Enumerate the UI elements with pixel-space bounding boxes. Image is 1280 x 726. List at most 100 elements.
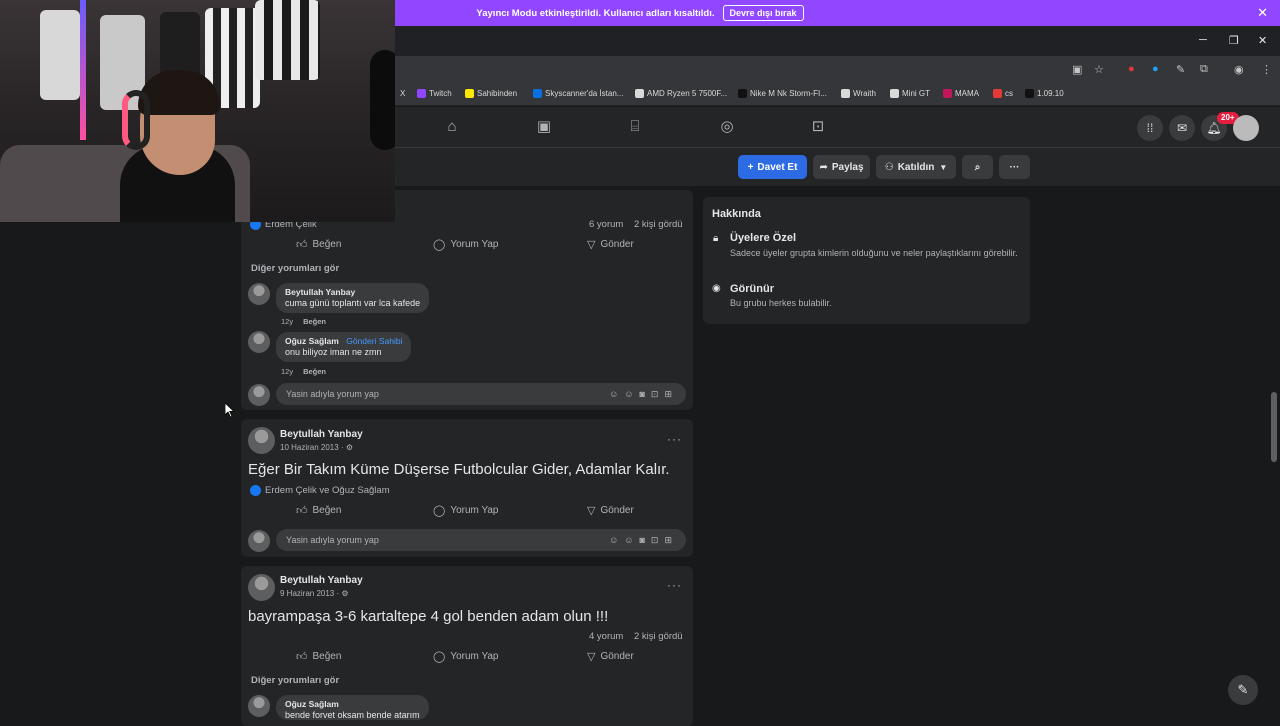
groups-icon[interactable]: ◎ [718,118,736,136]
bookmark-favicon-icon [841,89,850,98]
video-icon[interactable]: ▣ [535,118,553,136]
post2-send-button[interactable]: ▽ Gönder [587,504,634,517]
comment-tools-icons[interactable]: ☺☺◙⊡⊞ [609,529,678,551]
post1-seen-count[interactable]: 2 kişi gördü [634,219,683,230]
comment-tools-icons[interactable]: ☺☺◙⊡⊞ [609,383,678,405]
joined-label: Katıldın [897,161,935,173]
bookmark-item[interactable]: Skyscanner'da İstan... [533,89,623,98]
account-avatar[interactable] [1233,115,1259,141]
group-more-button[interactable]: ··· [999,155,1030,179]
bookmark-label: X [400,89,406,98]
post1-comments-count[interactable]: 6 yorum [589,219,623,230]
post1-comment-button[interactable]: ◯ Yorum Yap [433,238,499,251]
avatar[interactable] [248,331,270,353]
comment-author-row: Oğuz Sağlam Gönderi Sahibi [285,336,402,346]
post1-send-button[interactable]: ▽ Gönder [587,238,634,251]
bookmark-star-icon[interactable]: ☆ [1094,63,1104,76]
post3-more-comments-link[interactable]: Diğer yorumları gör [251,675,339,686]
compose-message-icon[interactable]: ✎ [1228,675,1258,705]
post2-like-button[interactable]: 👍︎ Beğen [296,504,341,517]
share-button[interactable]: ➦ Paylaş [813,155,870,179]
comment-text: onu biliyoz iman ne zmn [285,347,382,357]
invite-button[interactable]: + Davet Et [738,155,807,179]
bookmark-label: 1.09.10 [1037,89,1064,98]
send-icon: ▽ [587,505,596,517]
bookmark-item[interactable]: MAMA [943,89,979,98]
extension-pen-icon[interactable]: ✎ [1176,63,1185,76]
restore-icon[interactable]: ❐ [1229,34,1239,47]
comment-author[interactable]: Oğuz Sağlam [285,336,339,346]
share-arrow-icon: ➦ [819,161,828,173]
post3-author[interactable]: Beytullah Yanbay [280,575,363,586]
bookmark-item[interactable]: Nike M Nk Storm-FI... [738,89,827,98]
comment-meta: 12y Beğen [281,317,326,326]
post2-date[interactable]: 10 Haziran 2013 · ⚙ [280,443,353,452]
comment-like-link[interactable]: Beğen [303,317,326,326]
bookmark-item[interactable]: Sahibinden [465,89,517,98]
bookmark-label: Mini GT [902,89,930,98]
jersey-image [255,0,320,80]
post2-more-icon[interactable]: ··· [667,432,682,446]
minimize-icon[interactable]: ─ [1199,34,1207,46]
comment-meta: 12y Beğen [281,367,326,376]
post3-seen-count[interactable]: 2 kişi gördü [634,631,683,642]
extension-blue-icon[interactable]: ● [1152,63,1159,75]
joined-button[interactable]: ⚇ Katıldın ▼ [876,155,956,179]
comment-like-link[interactable]: Beğen [303,367,326,376]
close-icon[interactable]: ✕ [1257,5,1268,21]
window-close-icon[interactable]: ✕ [1258,34,1267,47]
disable-streamer-mode-button[interactable]: Devre dışı bırak [722,5,804,21]
gaming-icon[interactable]: ⊡ [809,118,827,136]
bookmark-label: Nike M Nk Storm-FI... [750,89,827,98]
browser-menu-icon[interactable]: ⋮ [1261,63,1272,76]
post2-author[interactable]: Beytullah Yanbay [280,429,363,440]
messenger-icon[interactable]: ✉ [1169,115,1195,141]
eye-icon: ◉ [712,283,721,294]
comment-age: 12y [281,367,294,376]
bookmark-item[interactable]: Wraith [841,89,876,98]
post1-comment-label: Yorum Yap [450,239,499,250]
avatar[interactable] [248,574,275,601]
post3-like-button[interactable]: 👍︎ Beğen [296,650,341,663]
post3-comment-label: Yorum Yap [450,651,499,662]
bookmark-item[interactable]: 1.09.10 [1025,89,1064,98]
cast-icon[interactable]: ▣ [1072,63,1082,76]
extensions-puzzle-icon[interactable]: ⧉ [1200,63,1208,76]
post2-comment-input[interactable]: Yasin adıyla yorum yap ☺☺◙⊡⊞ [276,529,686,551]
comment-placeholder: Yasin adıyla yorum yap [286,535,379,545]
bookmark-item[interactable]: X [400,89,405,98]
avatar[interactable] [248,695,270,717]
post1-comment-input[interactable]: Yasin adıyla yorum yap ☺☺◙⊡⊞ [276,383,686,405]
bookmark-item[interactable]: cs [993,89,1013,98]
menu-grid-icon[interactable]: ⁞⁞ [1137,115,1163,141]
plus-icon: + [747,161,754,173]
group-search-button[interactable]: ⌕ [962,155,993,179]
profile-icon[interactable]: ◉ [1234,63,1244,76]
post1-like-label: Beğen [312,239,342,250]
comment-bubble: Oğuz Sağlam bende forvet oksam bende ata… [276,695,429,720]
scrollbar-thumb[interactable] [1271,392,1277,462]
avatar[interactable] [248,427,275,454]
post3-send-button[interactable]: ▽ Gönder [587,650,634,663]
avatar[interactable] [248,283,270,305]
post3-date[interactable]: 9 Haziran 2013 · ⚙ [280,589,349,598]
marketplace-icon[interactable]: ⌸ [626,118,644,136]
bookmark-item[interactable]: Twitch [417,89,452,98]
post3-comment-button[interactable]: ◯ Yorum Yap [433,650,499,663]
post2-liked-by[interactable]: Erdem Çelik ve Oğuz Sağlam [250,485,390,496]
comment-author[interactable]: Beytullah Yanbay [285,287,420,297]
post1-more-comments-link[interactable]: Diğer yorumları gör [251,263,339,274]
bookmark-favicon-icon [943,89,952,98]
bookmark-favicon-icon [890,89,899,98]
post3-more-icon[interactable]: ··· [667,578,682,592]
bookmark-item[interactable]: Mini GT [890,89,930,98]
headset-icon [122,90,150,150]
bookmark-item[interactable]: AMD Ryzen 5 7500F... [635,89,727,98]
post3-comments-count[interactable]: 4 yorum [589,631,623,642]
post1-like-button[interactable]: 👍︎ Beğen [296,238,341,251]
post2-comment-button[interactable]: ◯ Yorum Yap [433,504,499,517]
home-icon[interactable]: ⌂ [443,118,461,136]
post2-like-label: Beğen [312,505,342,516]
comment-author[interactable]: Oğuz Sağlam [285,699,420,709]
extension-opera-icon[interactable]: ● [1128,63,1135,75]
